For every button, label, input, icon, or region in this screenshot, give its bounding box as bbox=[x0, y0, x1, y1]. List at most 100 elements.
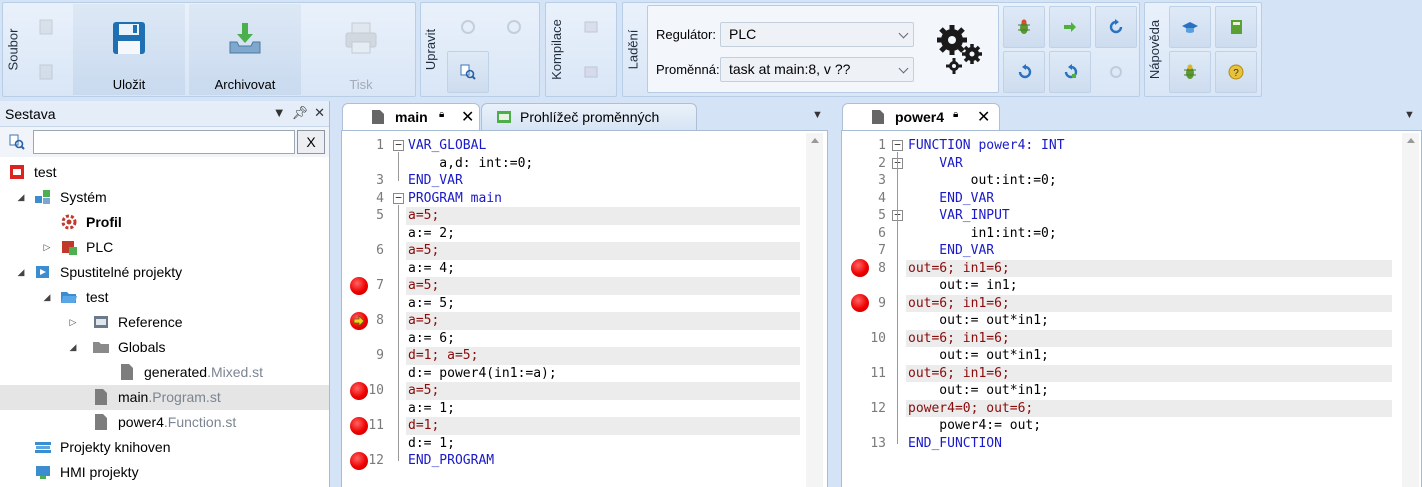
code-line[interactable]: 3 out:int:=0; bbox=[842, 172, 1421, 190]
code-line[interactable]: d:= 1; bbox=[342, 435, 827, 453]
code-editor-main[interactable]: 1 VAR_GLOBAL a,d: int:=0; 3 END_VAR 4 PROGRAM… bbox=[341, 130, 828, 487]
collapse-arrow-icon[interactable]: ◢ bbox=[68, 342, 78, 352]
tree-item[interactable]: ◢ Systém bbox=[0, 185, 329, 210]
undo-button[interactable] bbox=[447, 6, 489, 48]
regulator-select[interactable]: PLC bbox=[720, 22, 914, 47]
tree-item[interactable]: ▷ Reference bbox=[0, 310, 329, 335]
tree-item[interactable]: Profil bbox=[0, 210, 329, 235]
step-out-button[interactable] bbox=[1049, 51, 1091, 93]
code-line[interactable]: 6 in1:int:=0; bbox=[842, 225, 1421, 243]
code-line[interactable]: out:= out*in1; bbox=[842, 312, 1421, 330]
report-bug-button[interactable] bbox=[1169, 51, 1211, 93]
collapse-arrow-icon[interactable]: ◢ bbox=[16, 192, 26, 202]
code-line[interactable]: 6 a=5; bbox=[342, 242, 827, 260]
code-line[interactable]: d:= power4(in1:=a); bbox=[342, 365, 827, 383]
search-input[interactable] bbox=[33, 130, 295, 154]
code-line[interactable]: 8 out=6; in1=6; bbox=[842, 259, 1421, 277]
tree-item[interactable]: ▷ PLC bbox=[0, 235, 329, 260]
step-over-button[interactable] bbox=[1049, 6, 1091, 48]
tree-item[interactable]: ◢ Spustitelné projekty bbox=[0, 260, 329, 285]
fold-toggle-icon[interactable]: − bbox=[892, 139, 903, 151]
debug-start-button[interactable] bbox=[1003, 6, 1045, 48]
code-line[interactable]: 11 out=6; in1=6; bbox=[842, 364, 1421, 382]
code-line[interactable]: 2 VAR bbox=[842, 155, 1421, 173]
reset-button[interactable] bbox=[1095, 51, 1137, 93]
code-line[interactable]: a:= 6; bbox=[342, 330, 827, 348]
tab-power4[interactable]: power4 🔒︎ ✕ bbox=[842, 103, 1000, 130]
code-line[interactable]: out:= out*in1; bbox=[842, 347, 1421, 365]
breakpoint-icon[interactable] bbox=[851, 294, 869, 312]
code-line[interactable]: 10 a=5; bbox=[342, 382, 827, 400]
code-line[interactable]: 10 out=6; in1=6; bbox=[842, 329, 1421, 347]
open-project-button[interactable] bbox=[25, 51, 67, 93]
code-line[interactable]: out:= out*in1; bbox=[842, 382, 1421, 400]
code-line[interactable]: 4 END_VAR bbox=[842, 190, 1421, 208]
tab-variable-viewer[interactable]: Prohlížeč proměnných bbox=[481, 103, 697, 130]
redo-button[interactable] bbox=[493, 6, 535, 48]
collapse-arrow-icon[interactable]: ◢ bbox=[16, 267, 26, 277]
code-line[interactable]: 1 VAR_GLOBAL bbox=[342, 137, 827, 155]
breakpoint-icon[interactable] bbox=[350, 416, 368, 435]
code-line[interactable]: 11 d=1; bbox=[342, 417, 827, 435]
code-line[interactable]: 7 a=5; bbox=[342, 277, 827, 295]
code-line[interactable]: 8 a=5; bbox=[342, 312, 827, 330]
about-button[interactable]: ? bbox=[1215, 51, 1257, 93]
archive-button[interactable]: Archivovat bbox=[189, 4, 301, 95]
code-line[interactable]: a,d: int:=0; bbox=[342, 155, 827, 173]
fold-toggle-icon[interactable]: − bbox=[393, 139, 404, 151]
code-line[interactable]: 9 d=1; a=5; bbox=[342, 347, 827, 365]
code-editor-power4[interactable]: 1 FUNCTION power4: INT 2 VAR 3 out:int:=0; 4… bbox=[841, 130, 1422, 487]
tree-item[interactable]: main.Program.st bbox=[0, 385, 329, 410]
code-line[interactable]: a:= 5; bbox=[342, 295, 827, 313]
save-button[interactable]: Uložit bbox=[73, 4, 185, 95]
code-line[interactable]: 1 FUNCTION power4: INT bbox=[842, 137, 1421, 155]
tree-item[interactable]: Projekty knihoven bbox=[0, 435, 329, 460]
tree-item[interactable]: test bbox=[0, 160, 329, 185]
code-line[interactable]: 9 out=6; in1=6; bbox=[842, 294, 1421, 312]
tab-main[interactable]: main 🔒︎ ✕ bbox=[342, 103, 480, 130]
code-line[interactable]: a:= 4; bbox=[342, 260, 827, 278]
tree-item[interactable]: power4.Function.st bbox=[0, 410, 329, 435]
tab-menu-icon[interactable]: ▼ bbox=[1404, 109, 1415, 121]
tutorial-button[interactable] bbox=[1169, 6, 1211, 48]
breakpoint-icon[interactable] bbox=[350, 451, 368, 470]
code-line[interactable]: a:= 2; bbox=[342, 225, 827, 243]
breakpoint-icon[interactable] bbox=[851, 259, 869, 277]
code-line[interactable]: 13 END_FUNCTION bbox=[842, 435, 1421, 453]
dropdown-arrow-icon[interactable]: ▼ bbox=[273, 105, 286, 121]
close-icon[interactable]: ✕ bbox=[314, 105, 325, 121]
tree-item[interactable]: generated.Mixed.st bbox=[0, 360, 329, 385]
gears-icon[interactable] bbox=[930, 20, 990, 80]
manual-button[interactable] bbox=[1215, 6, 1257, 48]
code-line[interactable]: 12 END_PROGRAM bbox=[342, 452, 827, 470]
close-tab-icon[interactable]: ✕ bbox=[461, 107, 474, 127]
refresh-button[interactable] bbox=[1095, 6, 1137, 48]
tree-item[interactable]: HMI projekty bbox=[0, 460, 329, 485]
compile-button[interactable] bbox=[570, 6, 612, 48]
expand-arrow-icon[interactable]: ▷ bbox=[42, 242, 52, 252]
breakpoint-icon[interactable] bbox=[350, 381, 368, 400]
code-line[interactable]: 5 VAR_INPUT bbox=[842, 207, 1421, 225]
code-line[interactable]: power4:= out; bbox=[842, 417, 1421, 435]
collapse-arrow-icon[interactable]: ◢ bbox=[42, 292, 52, 302]
variable-select[interactable]: task at main:8, v ?? bbox=[720, 57, 914, 82]
step-into-button[interactable] bbox=[1003, 51, 1045, 93]
find-replace-button[interactable] bbox=[447, 51, 489, 93]
code-line[interactable]: 4 PROGRAM main bbox=[342, 190, 827, 208]
code-line[interactable]: a:= 1; bbox=[342, 400, 827, 418]
pin-icon[interactable]: 📌︎ bbox=[292, 105, 309, 121]
tree-item[interactable]: ◢ test bbox=[0, 285, 329, 310]
clear-search-button[interactable]: X bbox=[297, 130, 325, 154]
print-button[interactable]: Tisk bbox=[305, 4, 417, 95]
fold-toggle-icon[interactable]: − bbox=[393, 192, 404, 204]
close-tab-icon[interactable]: ✕ bbox=[977, 107, 990, 127]
code-line[interactable]: 5 a=5; bbox=[342, 207, 827, 225]
code-line[interactable]: 12 power4=0; out=6; bbox=[842, 399, 1421, 417]
code-line[interactable]: 7 END_VAR bbox=[842, 242, 1421, 260]
code-line[interactable]: 3 END_VAR bbox=[342, 172, 827, 190]
breakpoint-icon[interactable] bbox=[350, 276, 368, 295]
code-line[interactable]: out:= in1; bbox=[842, 277, 1421, 295]
new-project-button[interactable] bbox=[25, 6, 67, 48]
tree-item[interactable]: ◢ Globals bbox=[0, 335, 329, 360]
tab-menu-icon[interactable]: ▼ bbox=[812, 109, 823, 121]
